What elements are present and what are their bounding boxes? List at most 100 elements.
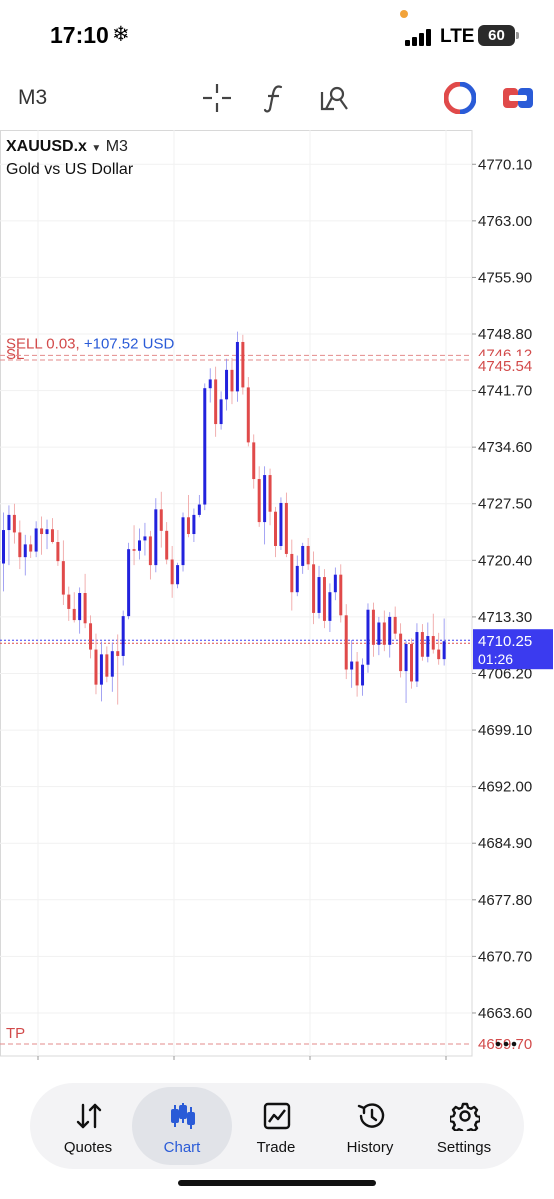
- nav-settings[interactable]: Settings: [414, 1087, 514, 1165]
- nav-chart[interactable]: Chart: [132, 1087, 232, 1165]
- candle-body: [420, 632, 424, 657]
- candle-body: [382, 622, 386, 645]
- candle-body: [437, 649, 441, 660]
- current-price-tag: 4710.25: [478, 633, 532, 650]
- y-tick-label: 4770.10: [478, 156, 532, 173]
- nav-trade[interactable]: Trade: [226, 1087, 326, 1165]
- candle-body: [225, 369, 229, 400]
- candle-body: [355, 661, 359, 686]
- candle-body: [322, 577, 326, 621]
- candle-body: [284, 502, 288, 554]
- chart-timeframe: M3: [105, 138, 128, 155]
- candle-body: [257, 479, 261, 523]
- objects-shapes-icon[interactable]: [318, 82, 350, 114]
- candle-body: [252, 442, 256, 480]
- nav-history[interactable]: History: [320, 1087, 420, 1165]
- candle-body: [186, 517, 190, 535]
- nav-trade-label: Trade: [256, 1139, 296, 1156]
- candle-body: [45, 529, 49, 535]
- y-tick-label: 4670.70: [478, 948, 532, 965]
- candle-body: [263, 475, 267, 523]
- chart-frame: [0, 130, 473, 1057]
- battery-icon: 60: [478, 25, 519, 46]
- candle-body: [235, 341, 239, 392]
- one-click-trading-icon[interactable]: [444, 82, 476, 114]
- tp-label: TP: [6, 1025, 25, 1042]
- bar-countdown: 01:26: [478, 651, 513, 667]
- candle-body: [99, 654, 103, 685]
- candle-body: [116, 651, 120, 656]
- candle-body: [165, 530, 169, 560]
- timeframe-button[interactable]: M3: [18, 86, 47, 110]
- y-tick-label: 4763.00: [478, 213, 532, 230]
- symbol-name[interactable]: XAUUSD.x: [6, 138, 87, 155]
- candle-body: [415, 632, 419, 682]
- chart-toolbar: M3: [0, 72, 554, 124]
- trade-chart-icon: [263, 1102, 291, 1130]
- candle-body: [371, 609, 375, 645]
- candle-body: [295, 565, 299, 593]
- crosshair-icon[interactable]: [201, 82, 233, 114]
- candle-body: [154, 509, 158, 566]
- candle-body: [442, 641, 446, 660]
- home-indicator: [178, 1180, 376, 1186]
- more-dots-icon: [495, 1041, 501, 1047]
- candle-body: [393, 616, 397, 634]
- candle-body: [301, 545, 305, 566]
- candle-body: [339, 574, 343, 616]
- candle-body: [132, 549, 136, 551]
- position-label: SELL 0.03, +107.52 USD: [6, 335, 174, 352]
- y-tick-label: 4720.40: [478, 552, 532, 569]
- candle-body: [246, 387, 250, 443]
- candle-body: [23, 544, 27, 558]
- candle-body: [208, 379, 212, 389]
- candle-body: [279, 502, 283, 546]
- trade-panel-icon[interactable]: [502, 82, 534, 114]
- candle-body: [72, 608, 76, 621]
- y-tick-label: 4663.60: [478, 1005, 532, 1022]
- symbol-header: XAUUSD.x ▼ M3 Gold vs US Dollar: [6, 136, 133, 180]
- candlestick-chart[interactable]: SLSELL 0.03, +107.52 USDTP 4770.104763.0…: [0, 130, 554, 1079]
- candle-body: [83, 593, 87, 624]
- nav-chart-label: Chart: [163, 1139, 201, 1156]
- nav-settings-label: Settings: [436, 1139, 492, 1156]
- candle-body: [219, 399, 223, 425]
- network-label: LTE: [440, 26, 475, 47]
- candle-body: [361, 664, 365, 686]
- candle-body: [170, 559, 174, 585]
- candle-body: [148, 536, 152, 566]
- candle-body: [410, 644, 413, 682]
- status-time: 17:10: [50, 22, 109, 48]
- candle-body: [328, 592, 332, 621]
- candle-body: [426, 636, 430, 657]
- y-tick-label: 4741.70: [478, 383, 532, 400]
- focus-snowflake-icon: ❄: [112, 23, 130, 46]
- history-clock-icon: [357, 1103, 385, 1128]
- candle-body: [268, 475, 272, 512]
- candle-body: [192, 514, 196, 535]
- chart-candles-icon: [171, 1103, 195, 1129]
- status-bar: 17:10 ❄ LTE 60: [0, 0, 554, 70]
- candle-body: [377, 622, 381, 645]
- nav-history-label: History: [346, 1139, 394, 1156]
- y-tick-label: 4684.90: [478, 835, 532, 852]
- candle-body: [306, 545, 310, 565]
- candle-body: [181, 517, 185, 566]
- candle-body: [127, 549, 131, 617]
- candle-body: [159, 509, 163, 531]
- mic-indicator-dot: [400, 10, 408, 18]
- candle-body: [89, 623, 93, 650]
- candle-body: [2, 530, 5, 564]
- candle-body: [34, 528, 38, 552]
- price-chart[interactable]: SL SELL 0.03, +107.52 USD TP 4770.10 4763.0…: [0, 130, 554, 1079]
- candle-body: [290, 553, 294, 593]
- candle-body: [312, 564, 316, 613]
- indicators-function-icon[interactable]: [259, 82, 291, 114]
- y-tick-label: 4755.90: [478, 269, 532, 286]
- candle-body: [121, 616, 125, 656]
- candle-body: [203, 388, 207, 505]
- nav-quotes[interactable]: Quotes: [38, 1087, 138, 1165]
- candle-body: [61, 561, 65, 595]
- y-tick-label: 4734.60: [478, 439, 532, 456]
- more-dots-icon: [511, 1041, 517, 1047]
